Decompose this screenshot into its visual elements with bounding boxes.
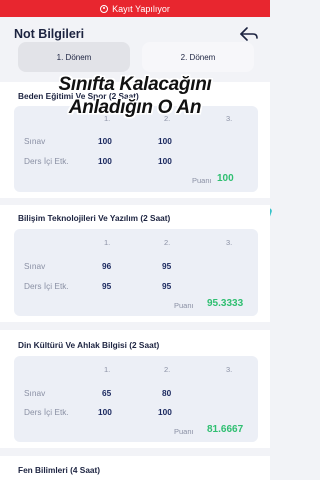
col-header: 3.	[226, 238, 233, 247]
col-header: 3.	[226, 365, 233, 374]
grade-value: 95	[162, 281, 172, 291]
grade-value: 100	[98, 156, 112, 166]
grade-value: 96	[102, 261, 112, 271]
row-label-activity: Ders İçi Etk.	[24, 407, 69, 417]
grade-table: 1. 2. 3. Sınav 96 95 Ders İçi Etk. 95 95…	[14, 229, 258, 316]
average-label: Puanı	[192, 176, 212, 185]
col-header: 1.	[104, 238, 111, 247]
row-label-exam: Sınav	[24, 261, 46, 271]
course-card: Fen Bilimleri (4 Saat)	[0, 456, 270, 480]
tab-term-2[interactable]: 2. Dönem	[142, 42, 254, 72]
col-header: 3.	[226, 114, 233, 123]
course-title: Din Kültürü Ve Ahlak Bilgisi (2 Saat)	[18, 340, 160, 350]
col-header: 1.	[104, 365, 111, 374]
grade-value: 100	[158, 156, 172, 166]
record-icon	[100, 4, 109, 13]
grade-value: 95	[162, 261, 172, 271]
term-tabs: 1. Dönem 2. Dönem	[18, 42, 254, 72]
average-value: 95.3333	[207, 298, 244, 309]
page-title: Not Bilgileri	[14, 26, 85, 41]
course-title: Beden Eğitimi Ve Spor (2 Saat)	[18, 91, 139, 101]
back-arrow-icon[interactable]	[238, 25, 260, 43]
course-card: Din Kültürü Ve Ahlak Bilgisi (2 Saat) 1.…	[0, 330, 270, 448]
col-header: 2.	[164, 114, 171, 123]
average-value: 81.6667	[207, 424, 244, 435]
grade-value: 80	[162, 388, 172, 398]
tab-term-1[interactable]: 1. Dönem	[18, 42, 130, 72]
grade-value: 65	[102, 388, 112, 398]
grade-value: 100	[158, 136, 172, 146]
recording-label: Kayıt Yapılıyor	[112, 3, 170, 14]
average-value: 100	[217, 173, 234, 184]
col-header: 1.	[104, 114, 111, 123]
row-label-activity: Ders İçi Etk.	[24, 281, 69, 291]
grade-value: 95	[102, 281, 112, 291]
col-header: 2.	[164, 238, 171, 247]
row-label-exam: Sınav	[24, 388, 46, 398]
grade-value: 100	[98, 136, 112, 146]
course-card: Bilişim Teknolojileri Ve Yazılım (2 Saat…	[0, 205, 270, 322]
recording-bar: Kayıt Yapılıyor	[0, 0, 270, 17]
average-label: Puanı	[174, 427, 194, 436]
grade-table: 1. 2. 3. Sınav 100 100 Ders İçi Etk. 100…	[14, 106, 258, 192]
grade-value: 100	[98, 407, 112, 417]
grade-value: 100	[158, 407, 172, 417]
col-header: 2.	[164, 365, 171, 374]
grade-table: 1. 2. 3. Sınav 65 80 Ders İçi Etk. 100 1…	[14, 356, 258, 442]
course-title: Fen Bilimleri (4 Saat)	[18, 465, 101, 475]
row-label-activity: Ders İçi Etk.	[24, 156, 69, 166]
average-label: Puanı	[174, 301, 194, 310]
row-label-exam: Sınav	[24, 136, 46, 146]
course-title: Bilişim Teknolojileri Ve Yazılım (2 Saat…	[18, 213, 171, 223]
course-card: Beden Eğitimi Ve Spor (2 Saat) 1. 2. 3. …	[0, 82, 273, 247]
